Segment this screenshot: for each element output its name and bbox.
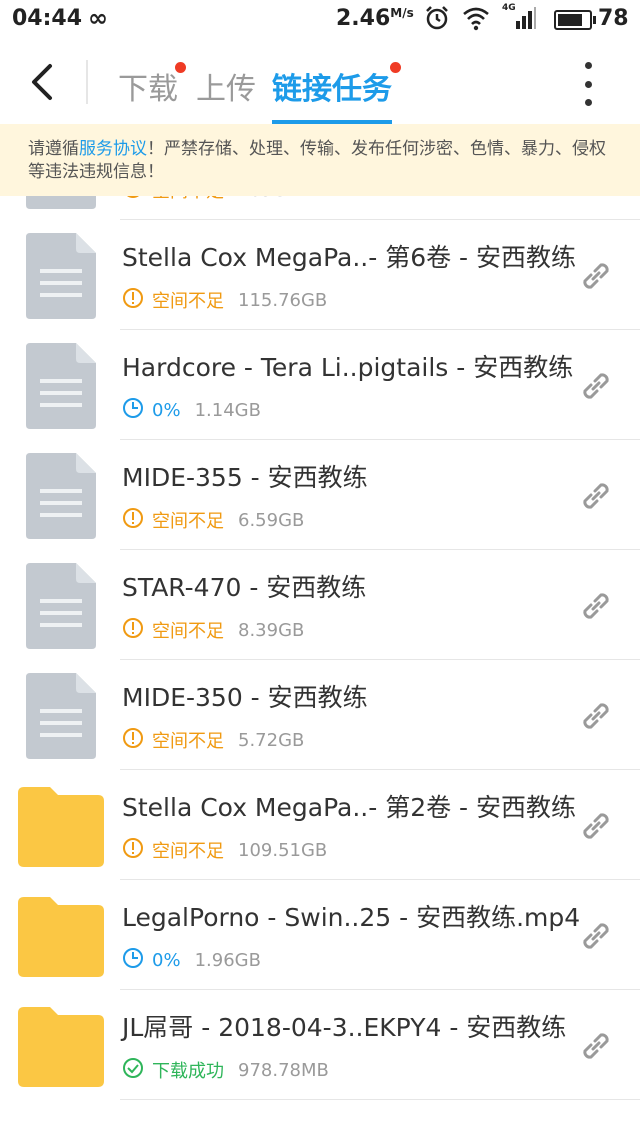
task-row[interactable]: MIDE-350 - 安西教练 空间不足 5.72GB [0,660,640,770]
task-status: 空间不足 5.72GB [122,727,305,754]
task-status: 0% 1.96GB [122,947,261,974]
task-row[interactable]: Stella Cox MegaPa..- 第1卷 - 安西教练 空间不足 109… [0,196,640,220]
link-icon[interactable] [574,474,618,518]
tab-download-badge [175,62,186,73]
link-icon[interactable] [574,584,618,628]
link-icon[interactable] [574,914,618,958]
task-size: 1.14GB [194,399,261,421]
task-status: 0% 1.14GB [122,397,261,424]
tab-upload[interactable]: 上传 [196,64,256,108]
task-status: 空间不足 109GB [122,196,299,202]
status-icons: 4G [424,3,536,31]
task-status-text: 空间不足 [152,291,224,312]
folder-icon [18,897,104,977]
task-list-inner: Stella Cox MegaPa..- 第1卷 - 安西教练 空间不足 109… [0,196,640,1100]
task-status-text: 0% [152,949,181,971]
warning-icon [122,287,152,314]
task-status-text: 下载成功 [152,1061,224,1082]
task-title: JL屌哥 - 2018-04-3..EKPY4 - 安西教练 [122,1013,567,1042]
task-list[interactable]: Stella Cox MegaPa..- 第1卷 - 安西教练 空间不足 109… [0,196,640,1137]
task-status: 空间不足 109.51GB [122,837,328,864]
task-status: 空间不足 8.39GB [122,617,305,644]
doc-icon [26,563,96,649]
link-icon[interactable] [574,804,618,848]
task-size: 978.78MB [238,1059,329,1081]
doc-icon [26,233,96,319]
tab-link-tasks-badge [390,62,401,73]
folder-icon [18,787,104,867]
task-size: 8.39GB [238,619,305,641]
cell-signal-icon: 4G [502,3,536,31]
row-divider [120,1099,640,1100]
task-size: 5.72GB [238,729,305,751]
warning-icon [122,507,152,534]
alarm-icon [426,6,448,30]
task-title: Stella Cox MegaPa..- 第6卷 - 安西教练 [122,243,577,272]
task-size: 115.76GB [238,289,328,311]
network-speed-unit: M/s [390,6,414,20]
link-icon[interactable] [574,694,618,738]
doc-icon [26,453,96,539]
battery-icon [554,10,596,30]
service-agreement-link[interactable]: 服务协议 [79,139,147,159]
task-status: 空间不足 6.59GB [122,507,305,534]
link-icon[interactable] [574,254,618,298]
task-status: 下载成功 978.78MB [122,1057,329,1084]
network-speed-value: 2.46 [336,6,391,31]
task-title: STAR-470 - 安西教练 [122,573,367,602]
battery-level: 78 [598,6,629,31]
warning-icon [122,196,152,204]
status-time: 04:44 [12,6,83,31]
check-circle-icon [122,1057,152,1084]
notice-prefix: 请遵循 [28,139,79,159]
warning-icon [122,617,152,644]
task-status: 空间不足 115.76GB [122,287,328,314]
task-title: Stella Cox MegaPa..- 第2卷 - 安西教练 [122,793,577,822]
status-bar: 04:44 ∞ 2.46M/s 4G 78 [0,0,640,40]
doc-icon [26,343,96,429]
task-status-text: 空间不足 [152,731,224,752]
task-row[interactable]: Hardcore - Tera Li..pigtails - 安西教练 0% 1… [0,330,640,440]
link-icon[interactable] [574,364,618,408]
task-row[interactable]: Stella Cox MegaPa..- 第2卷 - 安西教练 空间不足 109… [0,770,640,880]
network-speed: 2.46M/s [336,6,414,31]
more-options-icon[interactable] [578,62,598,106]
task-size: 109GB [238,196,299,201]
tab-link-tasks[interactable]: 链接任务 [272,64,392,108]
task-row[interactable]: Stella Cox MegaPa..- 第6卷 - 安西教练 空间不足 115… [0,220,640,330]
task-size: 109.51GB [238,839,328,861]
clock-icon [122,397,152,424]
task-title: MIDE-350 - 安西教练 [122,683,368,712]
task-status-text: 空间不足 [152,196,224,203]
task-size: 1.96GB [194,949,261,971]
back-arrow-icon[interactable] [24,60,64,104]
task-status-text: 0% [152,399,181,421]
task-row[interactable]: MIDE-355 - 安西教练 空间不足 6.59GB [0,440,640,550]
warning-icon [122,727,152,754]
task-row[interactable]: STAR-470 - 安西教练 空间不足 8.39GB [0,550,640,660]
task-status-text: 空间不足 [152,511,224,532]
doc-icon [26,673,96,759]
task-status-text: 空间不足 [152,841,224,862]
folder-icon [18,1007,104,1087]
task-size: 6.59GB [238,509,305,531]
task-status-text: 空间不足 [152,621,224,642]
policy-notice: 请遵循服务协议！严禁存储、处理、传输、发布任何涉密、色情、暴力、侵权等违法违规信… [0,124,640,196]
task-title: Hardcore - Tera Li..pigtails - 安西教练 [122,353,574,382]
header: 下载 上传 链接任务 [0,40,640,124]
task-title: MIDE-355 - 安西教练 [122,463,368,492]
doc-icon [26,196,96,209]
tab-download[interactable]: 下载 [118,64,178,108]
clock-icon [122,947,152,974]
warning-icon [122,837,152,864]
wifi-icon [463,7,489,31]
task-row[interactable]: JL屌哥 - 2018-04-3..EKPY4 - 安西教练 下载成功 978.… [0,990,640,1100]
link-icon[interactable] [574,1024,618,1068]
infinity-icon: ∞ [88,4,108,32]
task-title: LegalPorno - Swin..25 - 安西教练.mp4 [122,903,581,932]
header-divider [86,60,88,104]
task-row[interactable]: LegalPorno - Swin..25 - 安西教练.mp4 0% 1.96… [0,880,640,990]
